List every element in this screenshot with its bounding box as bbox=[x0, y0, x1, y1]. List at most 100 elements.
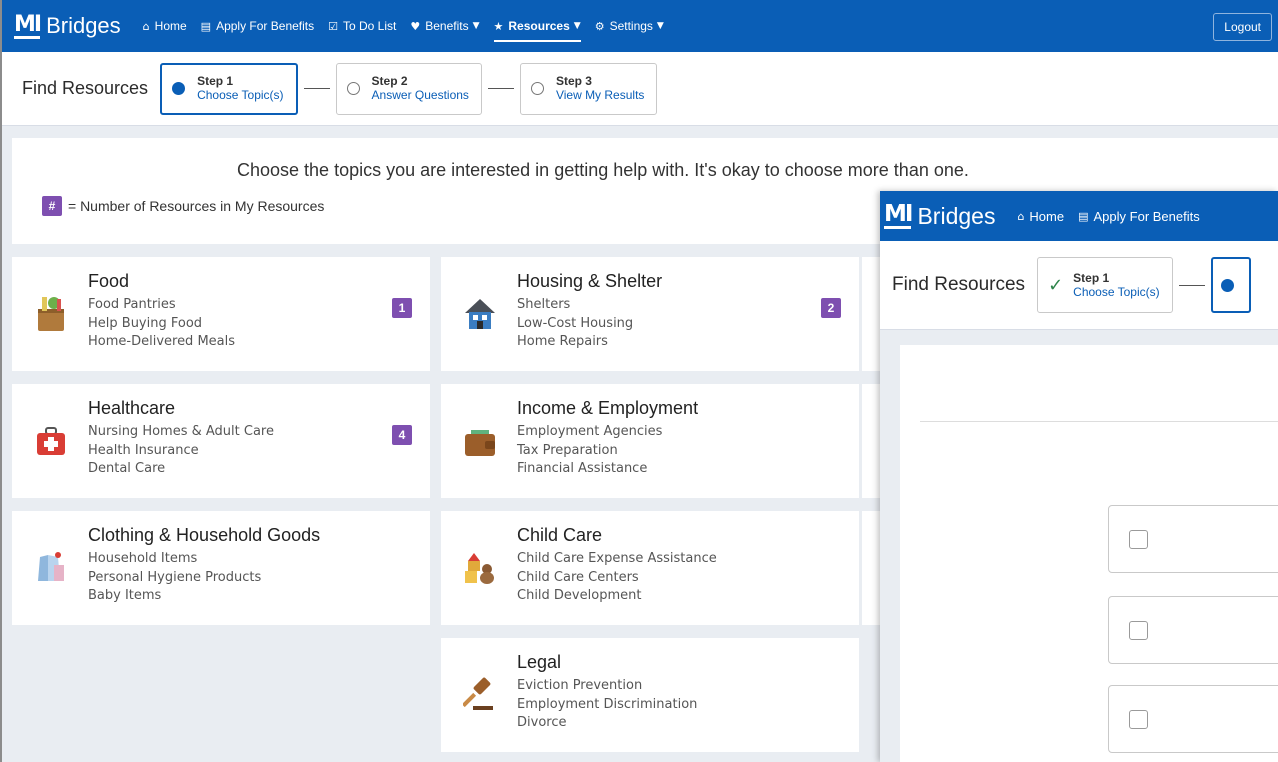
topic-items: Child Care Expense Assistance Child Care… bbox=[517, 550, 717, 606]
step-radio-filled-icon bbox=[1220, 278, 1234, 292]
step-title: Step 2 bbox=[371, 74, 408, 88]
step-connector bbox=[303, 88, 330, 89]
step-2[interactable] bbox=[1210, 257, 1251, 313]
step-connector bbox=[1178, 284, 1205, 286]
legend-text: = Number of Resources in My Resources bbox=[68, 198, 325, 214]
topic-item: Health Insurance bbox=[88, 442, 199, 458]
topic-item: Divorce bbox=[517, 715, 567, 730]
top-nav: MI Bridges ⌂ Home ▤ Apply For Benefits ☑… bbox=[2, 0, 1278, 52]
first-aid-kit-icon bbox=[37, 427, 65, 455]
nav-settings[interactable]: ⚙ Settings ▼ bbox=[595, 0, 664, 52]
topic-items: Nursing Homes & Adult Care Health Insura… bbox=[88, 423, 274, 479]
step-subtitle: Choose Topic(s) bbox=[197, 88, 284, 102]
answer-option[interactable] bbox=[1108, 685, 1278, 753]
step-subtitle: Choose Topic(s) bbox=[1073, 284, 1160, 299]
topic-item: Home-Delivered Meals bbox=[88, 334, 236, 349]
topic-item: Help Buying Food bbox=[88, 315, 203, 331]
heart-icon: ♥ bbox=[410, 19, 421, 33]
topic-card-child-care[interactable]: Child Care Child Care Expense Assistance… bbox=[441, 511, 859, 625]
home-icon: ⌂ bbox=[1017, 209, 1025, 223]
topic-title: Clothing & Household Goods bbox=[88, 525, 321, 545]
topic-item: Child Care Centers bbox=[517, 569, 639, 585]
topic-item: Home Repairs bbox=[517, 334, 608, 349]
logo-mark: MI bbox=[884, 201, 913, 229]
nav-todo-label: To Do List bbox=[343, 19, 397, 33]
nav-benefits[interactable]: ♥ Benefits ▼ bbox=[410, 0, 479, 52]
topic-title: Housing & Shelter bbox=[517, 271, 663, 291]
star-icon: ★ bbox=[493, 19, 504, 33]
topic-card-clothing[interactable]: Clothing & Household Goods Household Ite… bbox=[12, 511, 430, 625]
topic-item: Dental Care bbox=[88, 461, 166, 476]
topic-card-housing[interactable]: Housing & Shelter Shelters Low-Cost Hous… bbox=[441, 257, 859, 371]
topic-card-legal[interactable]: Legal Eviction Prevention Employment Dis… bbox=[441, 638, 859, 752]
step-radio-empty-icon bbox=[530, 82, 544, 95]
intro-text: Choose the topics you are interested in … bbox=[237, 160, 969, 180]
step-2[interactable]: Step 2 Answer Questions bbox=[335, 62, 482, 115]
nav-resources-label: Resources bbox=[508, 19, 570, 33]
topic-card-healthcare[interactable]: Healthcare Nursing Homes & Adult Care He… bbox=[12, 384, 430, 498]
checkbox[interactable] bbox=[1129, 530, 1148, 549]
logo-text: Bridges bbox=[46, 13, 121, 38]
answer-option[interactable] bbox=[1108, 505, 1278, 573]
topic-item: Food Pantries bbox=[88, 297, 176, 312]
checkbox[interactable] bbox=[1129, 710, 1148, 729]
topic-title: Child Care bbox=[517, 525, 603, 545]
resource-count-badge: 4 bbox=[392, 425, 412, 445]
front-window: MI Bridges ⌂ Home ▤ Apply For Benefits F… bbox=[880, 191, 1278, 762]
nav-to-do-list[interactable]: ☑ To Do List bbox=[328, 0, 396, 52]
checkbox[interactable] bbox=[1129, 621, 1148, 640]
checkmark-icon: ✓ bbox=[1048, 274, 1064, 296]
topic-item: Employment Discrimination bbox=[517, 696, 698, 712]
chevron-down-icon: ▼ bbox=[573, 21, 581, 31]
step-3[interactable]: Step 3 View My Results bbox=[519, 62, 658, 115]
topic-card-income[interactable]: Income & Employment Employment Agencies … bbox=[441, 384, 859, 498]
nav-apply-for-benefits[interactable]: ▤ Apply For Benefits bbox=[201, 0, 314, 52]
topic-items: Household Items Personal Hygiene Product… bbox=[88, 550, 261, 606]
nav-apply-label: Apply For Benefits bbox=[1093, 208, 1200, 224]
topic-item: Nursing Homes & Adult Care bbox=[88, 424, 274, 439]
topic-title: Healthcare bbox=[88, 398, 176, 418]
chevron-down-icon: ▼ bbox=[472, 21, 480, 31]
topic-item: Household Items bbox=[88, 551, 198, 566]
divider bbox=[920, 421, 1278, 422]
step-connector bbox=[487, 88, 514, 89]
topic-item: Shelters bbox=[517, 297, 571, 312]
topic-item: Tax Preparation bbox=[517, 442, 618, 458]
find-resources-title: Find Resources bbox=[22, 78, 149, 98]
document-icon: ▤ bbox=[1078, 209, 1089, 223]
checklist-icon: ☑ bbox=[328, 19, 338, 33]
resource-count-badge: 2 bbox=[821, 298, 841, 318]
legend-badge: # bbox=[42, 196, 62, 216]
logout-button[interactable]: Logout bbox=[1213, 13, 1272, 41]
topic-item: Child Care Expense Assistance bbox=[517, 551, 717, 566]
chevron-down-icon: ▼ bbox=[656, 21, 664, 31]
step-1[interactable]: ✓ Step 1 Choose Topic(s) bbox=[1037, 257, 1173, 313]
find-resources-title: Find Resources bbox=[892, 274, 1026, 295]
nav-home-label: Home bbox=[154, 19, 187, 33]
nav-resources[interactable]: ★ Resources ▼ bbox=[493, 0, 581, 52]
step-1[interactable]: Step 1 Choose Topic(s) bbox=[160, 62, 298, 115]
house-icon bbox=[465, 299, 495, 329]
nav-apply-for-benefits[interactable]: ▤ Apply For Benefits bbox=[1078, 191, 1200, 241]
document-icon: ▤ bbox=[200, 19, 212, 33]
step-title: Step 3 bbox=[555, 74, 592, 88]
topic-title: Legal bbox=[517, 652, 562, 672]
answer-option[interactable] bbox=[1108, 596, 1278, 664]
step-subtitle: View My Results bbox=[555, 88, 645, 102]
topic-item: Baby Items bbox=[88, 588, 162, 603]
step-radio-filled-icon bbox=[172, 82, 186, 95]
step-title: Step 1 bbox=[1073, 270, 1110, 285]
step-radio-empty-icon bbox=[346, 82, 360, 95]
logo[interactable]: MI Bridges bbox=[884, 203, 995, 230]
topic-card-food[interactable]: Food Food Pantries Help Buying Food Home… bbox=[12, 257, 430, 371]
topic-item: Eviction Prevention bbox=[517, 678, 643, 693]
step-subtitle: Answer Questions bbox=[371, 88, 469, 102]
logo[interactable]: MI Bridges bbox=[14, 13, 121, 39]
logo-text: Bridges bbox=[917, 202, 996, 229]
nav-benefits-label: Benefits bbox=[425, 19, 469, 33]
nav-settings-label: Settings bbox=[609, 19, 653, 33]
nav-home[interactable]: ⌂ Home bbox=[143, 0, 187, 52]
nav-home[interactable]: ⌂ Home bbox=[1017, 191, 1064, 241]
step-bar: Find Resources ✓ Step 1 Choose Topic(s) bbox=[880, 241, 1278, 330]
grocery-bag-icon bbox=[38, 297, 64, 331]
